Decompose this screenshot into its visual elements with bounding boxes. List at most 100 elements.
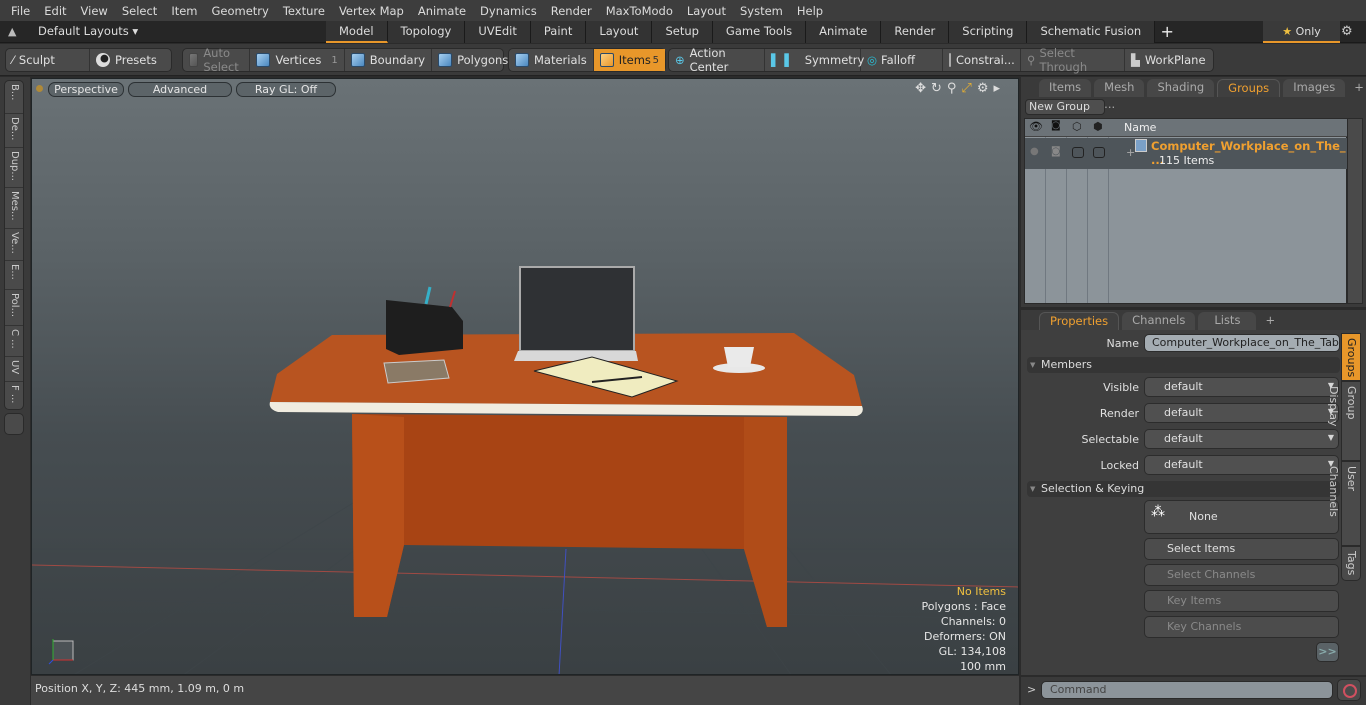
items-button[interactable]: Items 5 <box>593 49 665 71</box>
menu-file[interactable]: File <box>4 4 37 18</box>
tab-render[interactable]: Render <box>881 21 950 43</box>
tab-topology[interactable]: Topology <box>387 21 466 43</box>
selectable-dropdown[interactable]: default ▼ <box>1144 429 1339 449</box>
row-eye-icon[interactable]: ● <box>1030 146 1039 157</box>
3d-viewport[interactable]: Perspective Advanced Ray GL: Off ✥ ↻ ⚲ ⤢… <box>31 78 1019 675</box>
menu-texture[interactable]: Texture <box>276 4 332 18</box>
constraints-button[interactable]: Constrai... <box>943 49 1021 71</box>
tab-mesh[interactable]: Mesh ... <box>1094 79 1145 111</box>
side-tab-tags[interactable]: Tags <box>1341 546 1361 581</box>
tab-animate[interactable]: Animate <box>806 21 882 43</box>
left-tab-uv[interactable]: UV <box>5 357 23 382</box>
row-render-icon[interactable]: ◙ <box>1051 146 1061 157</box>
name-input[interactable]: Computer_Workplace_on_The_Table ( <box>1144 334 1340 352</box>
left-tab-edge[interactable]: E... <box>5 261 23 290</box>
selection-keying-section[interactable]: Selection & Keying <box>1027 481 1340 497</box>
left-tab-polygon[interactable]: Pol... <box>5 290 23 326</box>
tab-schematic-fusion[interactable]: Schematic Fusion <box>1027 21 1156 43</box>
polygons-button[interactable]: Polygons <box>432 49 514 71</box>
side-tab-user-channels[interactable]: User Channels <box>1327 461 1361 546</box>
vertices-button[interactable]: Vertices 1 <box>250 49 345 71</box>
tab-channels[interactable]: Channels <box>1122 312 1196 330</box>
left-tab-vertex[interactable]: Ve... <box>5 229 23 261</box>
visible-dropdown[interactable]: default▼ <box>1144 377 1339 397</box>
menu-maxtomodo[interactable]: MaxToModo <box>599 4 680 18</box>
add-panel-tab-icon[interactable]: + <box>1348 79 1366 97</box>
lock-cube-icon[interactable]: ⬢ <box>1093 120 1103 133</box>
action-center-button[interactable]: ⊕ Action Center <box>669 46 765 74</box>
menu-render[interactable]: Render <box>544 4 599 18</box>
tab-layout[interactable]: Layout <box>586 21 653 43</box>
tab-setup[interactable]: Setup <box>652 21 713 43</box>
symmetry-button[interactable]: ▌▐ Symmetry <box>765 49 864 71</box>
key-items-button[interactable]: Key Items <box>1144 590 1339 612</box>
tab-scripting[interactable]: Scripting <box>949 21 1028 43</box>
tab-groups[interactable]: Groups <box>1217 79 1281 97</box>
tab-shading[interactable]: Shading <box>1147 79 1215 97</box>
more-button[interactable]: >> <box>1316 642 1339 662</box>
tab-model[interactable]: Model <box>326 21 388 43</box>
gear-icon[interactable]: ⚙ <box>1341 24 1353 39</box>
falloff-button[interactable]: ◎ Falloff <box>861 49 943 71</box>
left-tab-curve[interactable]: C ... <box>5 326 23 357</box>
left-tab-deform[interactable]: De... <box>5 114 23 148</box>
render-dropdown[interactable]: default▼ <box>1144 403 1339 423</box>
menu-select[interactable]: Select <box>115 4 164 18</box>
left-tab-basic[interactable]: B... <box>5 81 23 114</box>
left-tab-fusion[interactable]: F ... <box>5 382 23 409</box>
tab-images[interactable]: Images <box>1283 79 1346 97</box>
default-layouts-dropdown[interactable]: Default Layouts ▾ <box>38 24 138 38</box>
row-selectable-checkbox[interactable] <box>1072 147 1084 158</box>
tab-items[interactable]: Items <box>1039 79 1092 97</box>
add-tab-button[interactable]: + <box>1155 21 1179 43</box>
left-tab-mesh[interactable]: Mes... <box>5 188 23 229</box>
side-tab-group-display[interactable]: Group Display <box>1327 381 1361 461</box>
sculpt-button[interactable]: ⁄ Sculpt <box>6 49 90 71</box>
groups-list-header: 👁 ◙ ⬡ ⬢ Name <box>1025 119 1348 137</box>
menu-layout[interactable]: Layout <box>680 4 733 18</box>
auto-select-button[interactable]: Auto Select <box>183 46 251 74</box>
group-row[interactable]: ● ◙ + Computer_Workplace_on_The_ ... 115… <box>1025 138 1348 169</box>
menu-item[interactable]: Item <box>164 4 204 18</box>
visibility-eye-icon[interactable]: 👁 <box>1029 120 1043 133</box>
materials-button[interactable]: Materials <box>509 49 594 71</box>
only-toggle[interactable]: ★ Only <box>1263 21 1340 43</box>
selectable-cube-icon[interactable]: ⬡ <box>1072 120 1082 133</box>
name-column-header[interactable]: Name <box>1124 121 1156 134</box>
select-channels-button[interactable]: Select Channels <box>1144 564 1339 586</box>
menu-help[interactable]: Help <box>790 4 830 18</box>
select-items-button[interactable]: Select Items <box>1144 538 1339 560</box>
menu-vertex-map[interactable]: Vertex Map <box>332 4 411 18</box>
workplane-button[interactable]: ▙ WorkPlane <box>1125 49 1212 71</box>
none-hierarchy-button[interactable]: ⁂ None <box>1144 500 1339 534</box>
tab-uvedit[interactable]: UVEdit <box>465 21 531 43</box>
key-channels-button[interactable]: Key Channels <box>1144 616 1339 638</box>
members-section[interactable]: Members <box>1027 357 1340 373</box>
tab-lists[interactable]: Lists <box>1198 312 1257 330</box>
menu-edit[interactable]: Edit <box>37 4 73 18</box>
tab-paint[interactable]: Paint <box>530 21 587 43</box>
select-through-button[interactable]: ⚲ Select Through <box>1021 46 1125 74</box>
render-camera-icon[interactable]: ◙ <box>1051 120 1061 131</box>
expand-plus-icon[interactable]: + <box>1126 146 1135 159</box>
new-group-button[interactable]: New Group <box>1025 99 1105 115</box>
menu-view[interactable]: View <box>74 4 115 18</box>
menu-animate[interactable]: Animate <box>411 4 473 18</box>
side-tab-groups[interactable]: Groups <box>1341 333 1361 381</box>
tab-properties[interactable]: Properties <box>1039 312 1120 330</box>
menu-dynamics[interactable]: Dynamics <box>473 4 544 18</box>
menu-system[interactable]: System <box>733 4 790 18</box>
collapse-up-icon[interactable]: ▲ <box>8 25 16 38</box>
record-macro-icon[interactable] <box>1337 679 1361 701</box>
locked-dropdown[interactable]: default ▼ <box>1144 455 1339 475</box>
groups-scrollbar[interactable] <box>1347 118 1363 304</box>
row-lock-checkbox[interactable] <box>1093 147 1105 158</box>
boundary-button[interactable]: Boundary <box>345 49 433 71</box>
command-input[interactable]: Command <box>1041 681 1333 699</box>
left-tab-duplicate[interactable]: Dup... <box>5 148 23 188</box>
left-extra-tab[interactable] <box>4 413 24 435</box>
tab-game-tools[interactable]: Game Tools <box>712 21 807 43</box>
menu-geometry[interactable]: Geometry <box>205 4 276 18</box>
presets-button[interactable]: Presets <box>90 49 163 71</box>
add-properties-tab-icon[interactable]: + <box>1259 312 1281 330</box>
